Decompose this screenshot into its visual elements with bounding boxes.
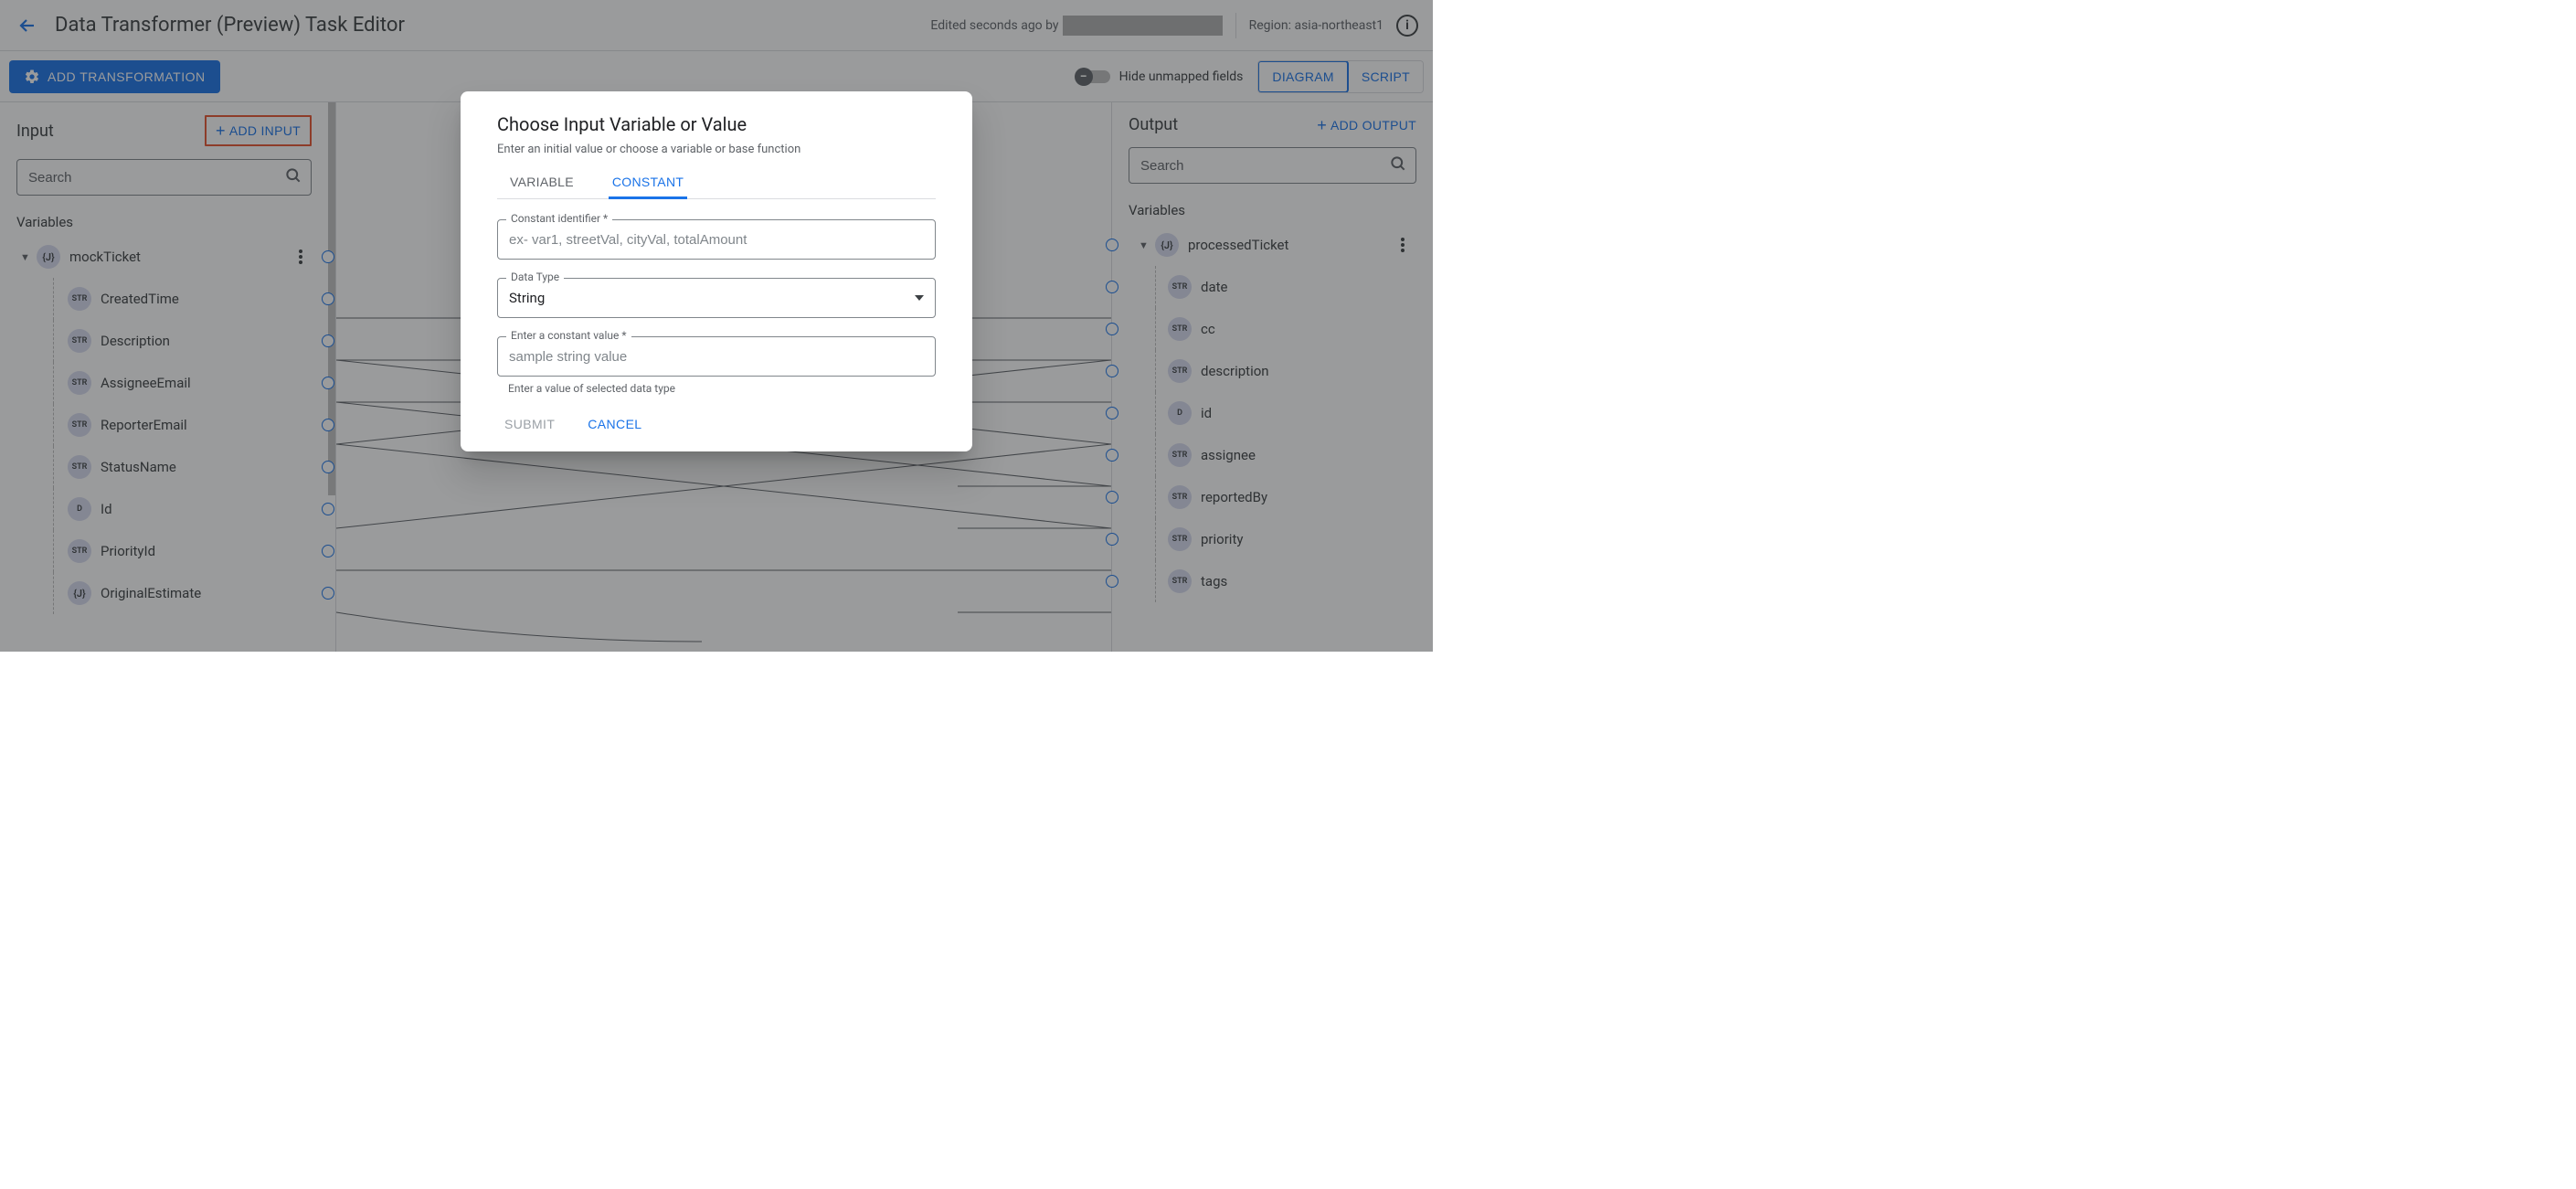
choose-input-modal: Choose Input Variable or Value Enter an … xyxy=(461,91,972,451)
constant-value-helper: Enter a value of selected data type xyxy=(497,382,936,395)
tab-constant[interactable]: CONSTANT xyxy=(609,167,687,199)
modal-title: Choose Input Variable or Value xyxy=(497,113,936,135)
constant-value-input[interactable] xyxy=(497,336,936,377)
modal-subtitle: Enter an initial value or choose a varia… xyxy=(497,143,936,156)
modal-tabs: VARIABLE CONSTANT xyxy=(497,167,936,199)
tab-variable[interactable]: VARIABLE xyxy=(506,167,578,199)
data-type-value: String xyxy=(509,290,545,306)
chevron-down-icon xyxy=(915,295,924,301)
constant-identifier-input[interactable] xyxy=(497,219,936,260)
data-type-label: Data Type xyxy=(506,271,564,283)
constant-identifier-label: Constant identifier * xyxy=(506,212,612,225)
data-type-select[interactable]: String xyxy=(497,278,936,318)
submit-button[interactable]: SUBMIT xyxy=(501,411,558,437)
constant-value-label: Enter a constant value * xyxy=(506,329,631,342)
cancel-button[interactable]: CANCEL xyxy=(584,411,645,437)
